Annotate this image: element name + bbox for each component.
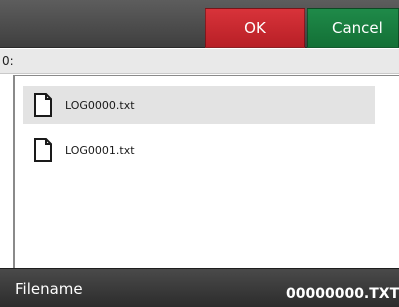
filename-value[interactable]: 00000000.TXT (286, 286, 399, 302)
file-name: LOG0001.txt (65, 143, 135, 157)
filename-bar: Filename 00000000.TXT (0, 268, 399, 307)
document-icon (34, 138, 52, 162)
document-icon (34, 93, 52, 117)
file-name: LOG0000.txt (65, 98, 135, 112)
cancel-button[interactable]: Cancel (307, 8, 399, 48)
current-path: 0: (0, 49, 399, 74)
file-list[interactable]: LOG0000.txt LOG0001.txt (13, 75, 399, 268)
top-toolbar: OK Cancel (0, 0, 399, 48)
list-item[interactable]: LOG0001.txt (23, 131, 375, 169)
list-item[interactable]: LOG0000.txt (23, 86, 375, 124)
filename-label: Filename (15, 280, 83, 298)
ok-button[interactable]: OK (205, 8, 305, 48)
